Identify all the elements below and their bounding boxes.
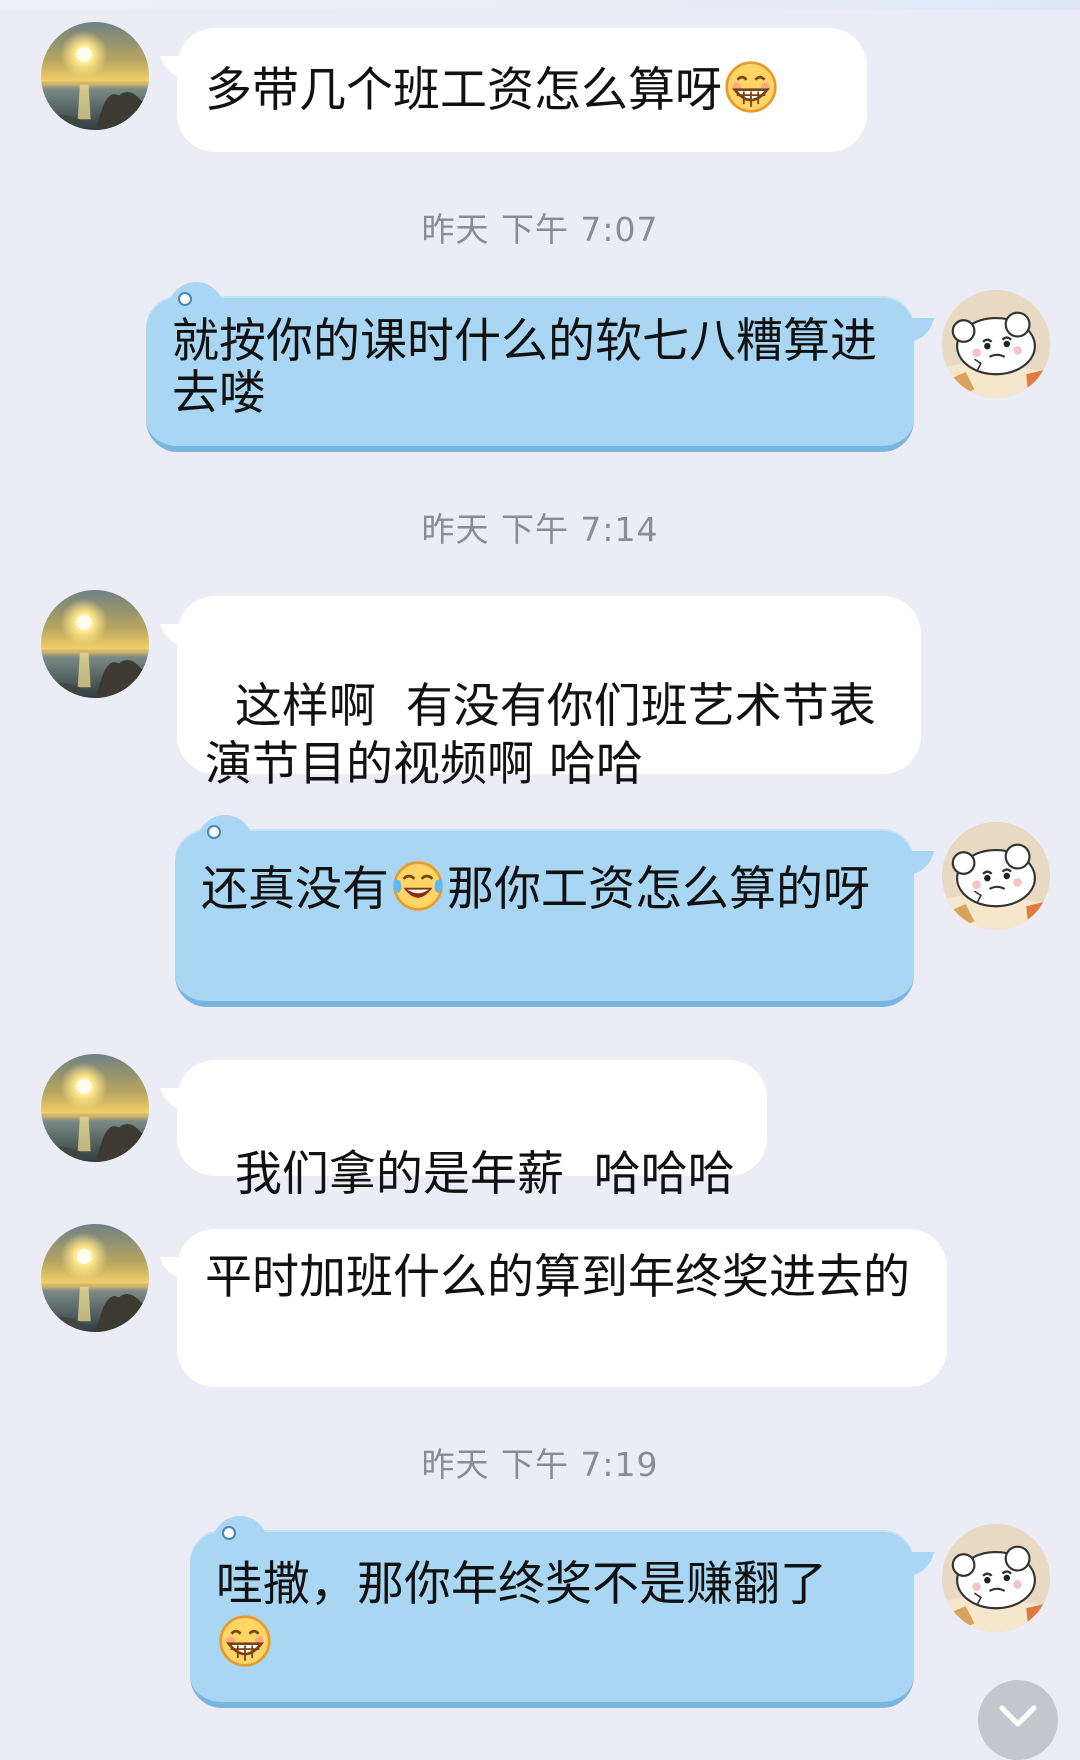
bubble-bump [168, 282, 224, 312]
incoming-message-bubble[interactable]: 多带几个班工资怎么算呀 [177, 28, 867, 152]
cartoon-mouse-avatar-icon [942, 822, 1050, 930]
grin-emoji-icon [218, 1614, 272, 1668]
sunset-avatar-icon [41, 1224, 149, 1332]
message-timestamp: 昨天 下午 7:07 [421, 210, 659, 249]
message-text-part2: 那你工资怎么算的呀 [447, 862, 870, 917]
sunset-avatar-icon [41, 590, 149, 698]
cartoon-mouse-avatar-icon [942, 290, 1050, 398]
message-text: 这样啊 有没有你们班艺术节表演节目的视频啊 哈哈 [205, 679, 876, 792]
tears-of-joy-emoji-icon [391, 859, 445, 913]
grin-emoji-icon [724, 60, 778, 114]
message-timestamp: 昨天 下午 7:19 [421, 1445, 659, 1484]
sender-avatar[interactable] [41, 22, 149, 130]
bubble-dot [222, 1526, 236, 1540]
message-text: 我们拿的是年薪 哈哈哈 [234, 1147, 735, 1202]
message-text: 就按你的课时什么的软七八糟算进去喽 [172, 314, 877, 421]
sender-avatar[interactable] [41, 1054, 149, 1162]
scroll-to-bottom-button[interactable] [978, 1680, 1058, 1760]
incoming-message-bubble[interactable]: 平时加班什么的算到年终奖进去的 [177, 1229, 947, 1387]
message-text: 平时加班什么的算到年终奖进去的 [205, 1250, 910, 1305]
my-avatar[interactable] [942, 822, 1050, 930]
message-text-part1: 还真没有 [201, 862, 389, 917]
cartoon-mouse-avatar-icon [942, 1524, 1050, 1632]
sunset-avatar-icon [41, 22, 149, 130]
outgoing-message-bubble[interactable]: 就按你的课时什么的软七八糟算进去喽 [146, 282, 914, 452]
bubble-dot [178, 292, 192, 306]
incoming-message-bubble[interactable]: 这样啊 有没有你们班艺术节表演节目的视频啊 哈哈 [177, 596, 921, 792]
bubble-bump [212, 1516, 268, 1546]
bubble-bump [197, 815, 253, 845]
sender-avatar[interactable] [41, 590, 149, 698]
message-timestamp: 昨天 下午 7:14 [421, 510, 659, 549]
bubble-dot [207, 825, 221, 839]
message-text: 多带几个班工资怎么算呀 [205, 63, 722, 118]
incoming-message-bubble[interactable]: 我们拿的是年薪 哈哈哈 [177, 1060, 767, 1202]
my-avatar[interactable] [942, 1524, 1050, 1632]
sender-avatar[interactable] [41, 1224, 149, 1332]
chevron-down-icon [999, 1705, 1037, 1727]
outgoing-message-bubble[interactable]: 哇撒，那你年终奖不是赚翻了 [190, 1516, 914, 1708]
my-avatar[interactable] [942, 290, 1050, 398]
message-text: 哇撒，那你年终奖不是赚翻了 [216, 1557, 827, 1612]
outgoing-message-bubble[interactable]: 还真没有 那你工资怎么算的呀 [175, 815, 914, 1007]
sunset-avatar-icon [41, 1054, 149, 1162]
top-edge [0, 0, 1080, 10]
